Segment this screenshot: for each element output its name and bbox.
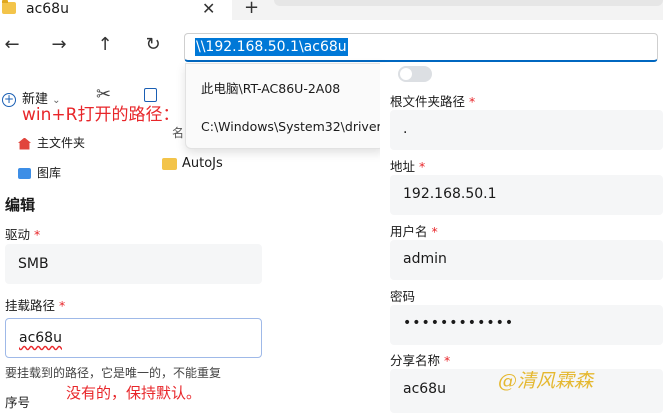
password-label: 密码 [390, 289, 416, 304]
root-path-label: 根文件夹路径 * [390, 91, 475, 110]
drive-label: 驱动 * [5, 224, 40, 243]
required-mark: * [469, 94, 476, 109]
drive-select[interactable]: SMB [5, 244, 262, 284]
toggle-knob [400, 68, 412, 80]
suggestion-item[interactable]: 此电脑\RT-AC86U-2A08 [201, 78, 385, 97]
author-watermark: @清风霖森 [498, 370, 594, 392]
password-value: •••••••••••• [403, 315, 515, 331]
root-path-input[interactable]: . [390, 110, 663, 150]
sidebar-item-gallery[interactable]: 图库 [18, 164, 61, 181]
sidebar-item-label: 图库 [37, 166, 62, 180]
password-input[interactable]: •••••••••••• [390, 305, 663, 345]
folder-icon [162, 157, 177, 170]
root-path-label-text: 根文件夹路径 [390, 94, 466, 109]
address-value: 192.168.50.1 [403, 186, 497, 202]
title-bar: ac68u ✕ + [0, 0, 663, 20]
required-mark: * [34, 227, 41, 242]
plus-icon: + [2, 92, 16, 107]
order-label: 序号 [5, 395, 31, 410]
sidebar-item-label: 主文件夹 [37, 136, 86, 150]
mount-path-value[interactable]: ac68u [19, 330, 62, 346]
address-label-text: 地址 [390, 159, 416, 174]
drive-label-text: 驱动 [5, 227, 31, 242]
address-suggestions: 此电脑\RT-AC86U-2A08 C:\Windows\System32\dr… [185, 63, 385, 149]
toggle-switch[interactable] [398, 66, 432, 82]
drive-value: SMB [18, 256, 49, 272]
new-tab-button[interactable]: + [244, 0, 259, 18]
annotation-winr-path: win+R打开的路径： [22, 105, 180, 125]
share-name-value: ac68u [403, 381, 446, 397]
required-mark: * [444, 353, 451, 368]
edit-storage-form: 编辑 驱动 * SMB 挂载路径 * ac68u 要挂载到的路径，它是唯一的，不… [0, 188, 262, 413]
address-bar[interactable]: \\192.168.50.1\ac68u [184, 33, 658, 62]
name-column-header[interactable]: 名 [172, 124, 184, 141]
explorer-tab[interactable]: ac68u ✕ [0, 0, 232, 20]
forward-arrow-icon[interactable]: → [47, 34, 71, 55]
required-mark: * [59, 298, 66, 313]
address-label: 地址 * [390, 156, 425, 175]
address-input-value[interactable]: \\192.168.50.1\ac68u [195, 38, 348, 56]
back-arrow-icon[interactable]: ← [0, 34, 24, 55]
tab-title: ac68u [26, 1, 69, 17]
storage-settings-form: 根文件夹路径 * . 地址 * 192.168.50.1 用户名 * admin… [380, 63, 663, 413]
mount-path-label-text: 挂载路径 [5, 298, 56, 313]
explorer-sidebar: 主文件夹 图库 [0, 122, 160, 186]
share-name-label: 分享名称 * [390, 350, 450, 369]
username-input[interactable]: admin [390, 240, 663, 280]
username-value: admin [403, 251, 447, 267]
username-label: 用户名 * [390, 221, 438, 240]
mount-path-hint: 要挂载到的路径，它是唯一的，不能重复 [5, 366, 222, 380]
folder-icon [2, 0, 16, 14]
file-name: AutoJs [182, 156, 223, 171]
annotation-keep-default: 没有的，保持默认。 [66, 384, 202, 402]
file-item-autojs[interactable]: AutoJs [162, 156, 223, 171]
mount-path-input[interactable]: ac68u [5, 318, 262, 358]
root-path-value: . [403, 121, 408, 137]
title-strip [274, 0, 663, 6]
refresh-icon[interactable]: ↻ [141, 34, 165, 55]
share-name-label-text: 分享名称 [390, 353, 441, 368]
form-heading: 编辑 [5, 196, 36, 214]
username-label-text: 用户名 [390, 224, 428, 239]
required-mark: * [431, 224, 438, 239]
suggestion-item[interactable]: C:\Windows\System32\driver [201, 119, 385, 134]
required-mark: * [419, 159, 426, 174]
address-input[interactable]: 192.168.50.1 [390, 175, 663, 215]
mount-path-label: 挂载路径 * [5, 295, 65, 314]
up-arrow-icon[interactable]: ↑ [93, 34, 117, 55]
home-icon [18, 137, 31, 150]
gallery-icon [18, 168, 31, 179]
close-tab-icon[interactable]: ✕ [202, 0, 215, 18]
sidebar-item-home[interactable]: 主文件夹 [18, 134, 85, 151]
